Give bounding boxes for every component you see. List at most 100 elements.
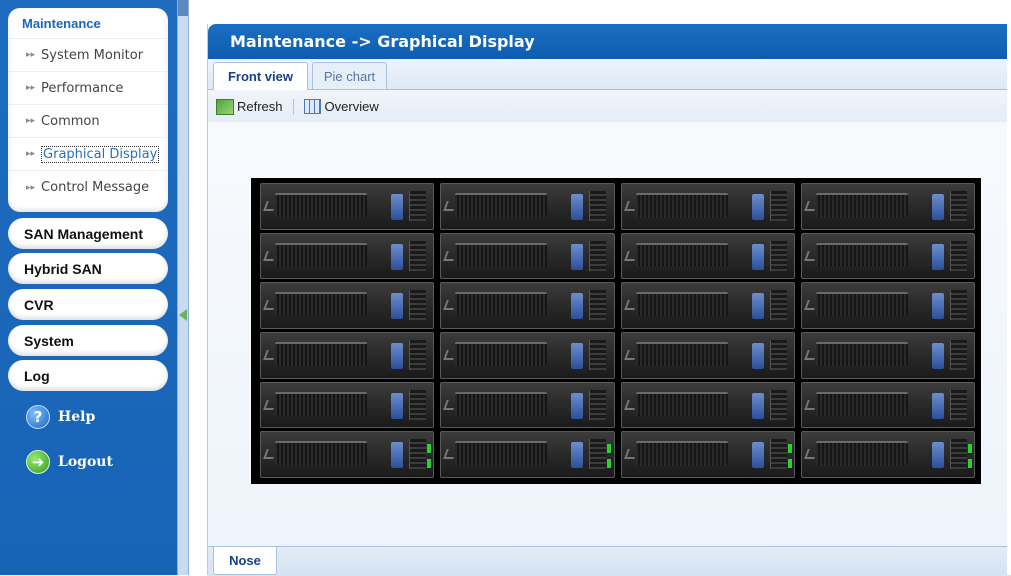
drive-grille: [815, 242, 908, 267]
drive-bay[interactable]: [620, 183, 795, 230]
drive-bay[interactable]: [620, 332, 795, 379]
drive-grille: [275, 193, 367, 217]
drive-bay[interactable]: [260, 381, 435, 429]
sidebar-section-san-management[interactable]: SAN Management: [8, 218, 168, 249]
sidebar-item-label: Performance: [41, 80, 124, 96]
sidebar-splitter[interactable]: [177, 0, 189, 575]
drive-bay[interactable]: [800, 282, 975, 329]
drive-bay[interactable]: [440, 183, 615, 230]
drive-latch: [931, 243, 944, 270]
toolbar: Refresh Overview: [208, 90, 1011, 124]
sidebar-item-common[interactable]: ▸▸ Common: [8, 105, 168, 138]
drive-bay[interactable]: [800, 431, 975, 478]
drive-grille: [815, 193, 908, 217]
drive-bay[interactable]: [620, 232, 795, 280]
drive-grille: [275, 292, 367, 317]
collapse-arrow-icon[interactable]: [179, 309, 187, 321]
activity-led: [967, 444, 972, 454]
sidebar-item-system-monitor[interactable]: ▸▸ System Monitor: [8, 39, 168, 72]
drive-latch: [571, 243, 584, 270]
drive-bay[interactable]: [260, 431, 435, 478]
sidebar-item-performance[interactable]: ▸▸ Performance: [8, 72, 168, 105]
drive-grille: [815, 391, 908, 416]
sidebar-item-label: System Monitor: [41, 47, 144, 63]
sidebar-section-cvr[interactable]: CVR: [8, 289, 168, 320]
drive-latch: [571, 442, 584, 469]
drive-rail: [409, 389, 426, 420]
maintenance-section-title[interactable]: Maintenance: [8, 8, 168, 39]
sidebar-section-system[interactable]: System: [8, 325, 168, 356]
view-tabs: Front view Pie chart: [208, 59, 1011, 90]
drive-grille: [455, 292, 548, 317]
drive-bay[interactable]: [620, 282, 795, 329]
drive-bay[interactable]: [440, 381, 615, 429]
drive-latch: [391, 293, 403, 320]
drive-bay[interactable]: [440, 282, 615, 329]
drive-bay[interactable]: [800, 332, 975, 379]
drive-grille: [275, 441, 367, 466]
drive-grille: [815, 342, 908, 366]
drive-grille: [635, 441, 728, 466]
drive-grille: [455, 342, 548, 366]
drive-bay[interactable]: [440, 431, 615, 478]
drive-rail: [589, 191, 607, 221]
drive-bay[interactable]: [620, 431, 795, 478]
sidebar-item-graphical-display[interactable]: ▸▸ Graphical Display: [8, 138, 168, 171]
drive-bay[interactable]: [800, 183, 975, 230]
tab-front-view[interactable]: Front view: [213, 62, 308, 90]
drive-grille: [635, 391, 728, 416]
drive-rail: [949, 340, 967, 370]
activity-led: [967, 459, 972, 469]
drive-bay[interactable]: [440, 332, 615, 379]
drive-rail: [769, 439, 787, 470]
double-chevron-icon: ▸▸: [26, 83, 36, 93]
drive-grille: [635, 342, 728, 366]
refresh-label: Refresh: [237, 99, 283, 114]
drive-latch: [931, 194, 944, 220]
sidebar-section-hybrid-san[interactable]: Hybrid SAN: [8, 253, 168, 284]
drive-bay[interactable]: [620, 381, 795, 429]
drive-bay[interactable]: [800, 381, 975, 429]
drive-grille: [815, 292, 908, 317]
drive-rail: [409, 290, 426, 321]
drive-latch: [751, 194, 764, 220]
refresh-button[interactable]: Refresh: [216, 98, 283, 115]
tab-pie-chart[interactable]: Pie chart: [312, 62, 387, 89]
logout-arrow-icon: ➜: [26, 450, 50, 474]
main-panel: Maintenance -> Graphical Display Front v…: [207, 24, 1011, 576]
tab-nose[interactable]: Nose: [213, 547, 277, 575]
drive-rail: [409, 191, 426, 221]
drive-latch: [391, 243, 403, 270]
activity-led: [427, 459, 431, 469]
drive-rail: [409, 439, 426, 470]
help-link[interactable]: ? Help: [26, 405, 95, 429]
drive-bay[interactable]: [260, 183, 435, 230]
activity-led: [787, 459, 792, 469]
logout-link[interactable]: ➜ Logout: [26, 450, 113, 474]
overview-button[interactable]: Overview: [303, 99, 379, 114]
drive-rail: [769, 389, 787, 420]
drive-latch: [751, 293, 764, 320]
drive-bay[interactable]: [260, 282, 435, 329]
drive-rail: [409, 240, 426, 271]
drive-latch: [391, 194, 403, 220]
drive-rail: [769, 340, 787, 370]
drive-bay[interactable]: [260, 332, 435, 379]
drive-rail: [769, 290, 787, 321]
sidebar-item-control-message[interactable]: ▸▸ Control Message: [8, 171, 168, 204]
drive-latch: [391, 343, 403, 369]
drive-rail: [589, 439, 607, 470]
sidebar-section-log[interactable]: Log: [8, 360, 168, 391]
activity-led: [427, 444, 431, 454]
drive-rail: [949, 240, 967, 271]
drive-bay[interactable]: [440, 232, 615, 280]
drive-latch: [391, 392, 403, 419]
logout-label: Logout: [58, 454, 113, 470]
maintenance-menu: Maintenance ▸▸ System Monitor ▸▸ Performan…: [8, 8, 168, 212]
drive-bay[interactable]: [260, 232, 435, 280]
drive-bay[interactable]: [800, 232, 975, 280]
table-icon: [303, 99, 321, 114]
sidebar: Maintenance ▸▸ System Monitor ▸▸ Performan…: [0, 0, 180, 575]
double-chevron-icon: ▸▸: [26, 182, 36, 193]
drive-rail: [409, 340, 426, 370]
